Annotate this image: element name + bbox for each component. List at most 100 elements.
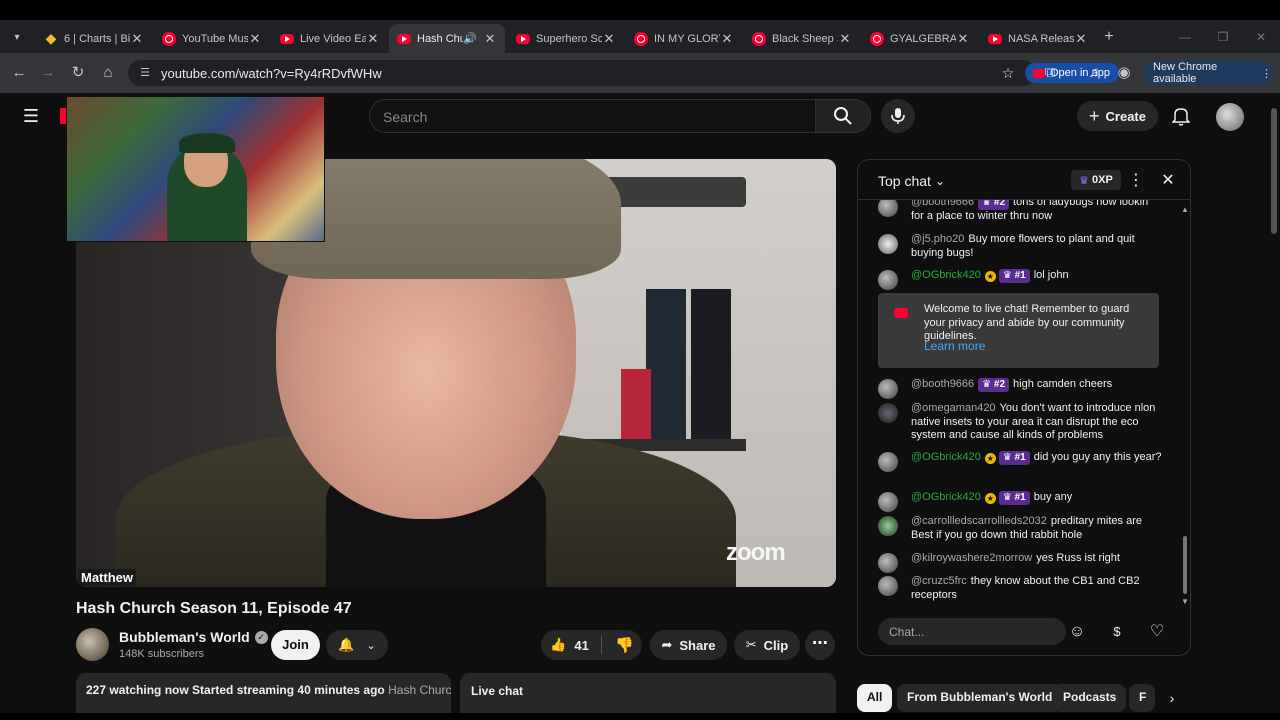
verified-check-icon: ✓ xyxy=(254,630,268,644)
chip-more[interactable]: F xyxy=(1129,684,1155,712)
browser-tab[interactable]: ◆ 6 | Charts | Bi ✕ xyxy=(36,24,152,53)
new-chrome-available-button[interactable]: New Chrome available ⋮ xyxy=(1144,61,1272,85)
crown-icon: ♛ xyxy=(982,200,992,208)
share-button[interactable]: ➦ Share xyxy=(650,630,727,660)
site-info-icon[interactable]: ☰ xyxy=(138,65,152,79)
heart-icon[interactable]: ♡ xyxy=(1147,622,1167,642)
chat-avatar[interactable] xyxy=(878,200,898,217)
chat-avatar[interactable] xyxy=(878,492,898,512)
hamburger-menu-icon[interactable]: ☰ xyxy=(20,105,42,127)
address-bar[interactable]: ☰ youtube.com/watch?v=Ry4rRDvfWHw Open i… xyxy=(128,60,1119,86)
close-icon[interactable]: ✕ xyxy=(483,31,497,47)
chat-avatar[interactable] xyxy=(878,553,898,573)
youtube-icon xyxy=(397,33,411,44)
chat-message: @OGbrick420 ★ ♛ #1 buy any xyxy=(878,491,1163,512)
account-avatar[interactable] xyxy=(1216,103,1244,131)
url-text: youtube.com/watch?v=Ry4rRDvfWHw xyxy=(161,66,382,81)
speaker-icon[interactable]: 🔊 xyxy=(463,32,477,45)
browser-tab[interactable]: GYALGEBRA ✕ xyxy=(862,24,978,53)
chat-message: @kilroywashere2morrow yes Russ ist right xyxy=(878,552,1163,573)
chip-all[interactable]: All xyxy=(857,684,893,712)
create-button[interactable]: + Create xyxy=(1077,101,1158,131)
chat-avatar[interactable] xyxy=(878,403,898,423)
crown-icon: ♛ xyxy=(1002,492,1012,503)
profile-icon[interactable]: ◉ xyxy=(1114,63,1134,83)
chat-message: @j5.pho20 Buy more flowers to plant and q… xyxy=(878,233,1163,260)
forward-icon[interactable]: → xyxy=(38,63,58,83)
browser-tab[interactable]: Black Sheep S ✕ xyxy=(744,24,860,53)
tab-search-icon[interactable]: ▾ xyxy=(8,28,26,46)
more-actions-button[interactable]: ⋯ xyxy=(805,630,835,660)
scissors-icon: ✂ xyxy=(745,637,757,652)
chip-from-channel[interactable]: From Bubbleman's World xyxy=(897,684,1063,712)
window-close-icon[interactable]: ✕ xyxy=(1252,28,1270,46)
new-tab-icon[interactable]: + xyxy=(1100,28,1118,46)
bookmark-star-icon[interactable]: ☆ xyxy=(999,64,1017,82)
emoji-icon[interactable]: ☺ xyxy=(1067,622,1087,642)
os-bottom-bar xyxy=(0,713,1280,720)
kebab-menu-icon[interactable]: ⋮ xyxy=(1126,170,1146,190)
browser-tab-active[interactable]: Hash Chu 🔊 ✕ xyxy=(389,24,505,53)
home-icon[interactable]: ⌂ xyxy=(98,63,118,83)
close-icon[interactable]: ✕ xyxy=(838,31,852,47)
browser-tab[interactable]: NASA Releas ✕ xyxy=(980,24,1096,53)
search-input[interactable]: Search xyxy=(369,99,816,133)
chat-avatar[interactable] xyxy=(878,379,898,399)
voice-search-button[interactable] xyxy=(881,99,915,133)
restore-icon[interactable]: ❐ xyxy=(1214,28,1232,46)
search-button[interactable] xyxy=(815,99,871,133)
scroll-up-arrow[interactable]: ▲ xyxy=(1180,204,1190,214)
media-controls-icon[interactable]: ♫ xyxy=(1084,63,1104,83)
close-icon[interactable]: ✕ xyxy=(1074,31,1088,47)
chat-avatar[interactable] xyxy=(878,234,898,254)
learn-more-link[interactable]: Learn more xyxy=(924,339,985,354)
subscriber-count: 148K subscribers xyxy=(119,648,204,660)
chip-podcasts[interactable]: Podcasts xyxy=(1053,684,1127,712)
chat-avatar[interactable] xyxy=(878,516,898,536)
reload-icon[interactable]: ↻ xyxy=(68,63,88,83)
join-button[interactable]: Join xyxy=(271,630,320,660)
browser-tab[interactable]: IN MY GLORY ✕ xyxy=(626,24,742,53)
like-dislike-group: 👍 41 👎 xyxy=(541,630,642,660)
back-icon[interactable]: ← xyxy=(9,63,29,83)
close-icon[interactable]: ✕ xyxy=(130,31,144,47)
chat-avatar[interactable] xyxy=(878,452,898,472)
close-icon[interactable]: ✕ xyxy=(956,31,970,47)
youtube-music-icon xyxy=(752,31,766,46)
browser-tab[interactable]: Superhero Sc ✕ xyxy=(508,24,624,53)
description-box[interactable]: 227 watching now Started streaming 40 mi… xyxy=(76,673,451,713)
xp-badge[interactable]: ♛ 0XP xyxy=(1071,170,1121,190)
live-chat-replay-bar[interactable]: Live chat xyxy=(460,673,836,713)
video-book xyxy=(646,289,686,439)
microphone-icon xyxy=(891,108,905,124)
chevron-right-icon[interactable]: › xyxy=(1162,688,1182,708)
browser-tab[interactable]: YouTube Musi ✕ xyxy=(154,24,270,53)
browser-tab[interactable]: Live Video Ea ✕ xyxy=(272,24,388,53)
close-icon[interactable]: ✕ xyxy=(720,31,734,47)
channel-name[interactable]: Bubbleman's World ✓ xyxy=(119,629,268,645)
like-button[interactable]: 👍 41 xyxy=(541,630,598,660)
chat-avatar[interactable] xyxy=(878,576,898,596)
close-icon[interactable]: ✕ xyxy=(602,31,616,47)
chat-input[interactable]: Chat... xyxy=(878,618,1066,645)
channel-avatar[interactable] xyxy=(76,628,109,661)
super-chat-icon[interactable]: $ xyxy=(1107,622,1127,642)
chevron-down-icon: ⌄ xyxy=(366,639,376,652)
subscription-bell-button[interactable]: 🔔 ⌄ xyxy=(326,630,388,660)
youtube-music-icon xyxy=(634,31,648,46)
chat-scrollbar-thumb[interactable] xyxy=(1183,536,1187,594)
close-chat-icon[interactable]: ✕ xyxy=(1158,170,1178,190)
dislike-button[interactable]: 👎 xyxy=(607,630,642,660)
close-icon[interactable]: ✕ xyxy=(366,31,380,47)
clip-button[interactable]: ✂ Clip xyxy=(734,630,800,660)
chat-header: Top chat ⌄ ♛ 0XP ⋮ ✕ xyxy=(858,160,1190,200)
top-chat-dropdown[interactable]: Top chat ⌄ xyxy=(878,173,945,189)
notifications-bell-icon[interactable] xyxy=(1170,105,1192,127)
page-scrollbar-thumb[interactable] xyxy=(1271,108,1277,234)
scroll-down-arrow[interactable]: ▼ xyxy=(1180,596,1190,606)
close-icon[interactable]: ✕ xyxy=(248,31,262,47)
chat-avatar[interactable] xyxy=(878,270,898,290)
extensions-icon[interactable]: ⧉ xyxy=(1040,63,1060,83)
chevron-down-icon: ⌄ xyxy=(934,174,945,188)
minimize-icon[interactable]: — xyxy=(1176,28,1194,46)
